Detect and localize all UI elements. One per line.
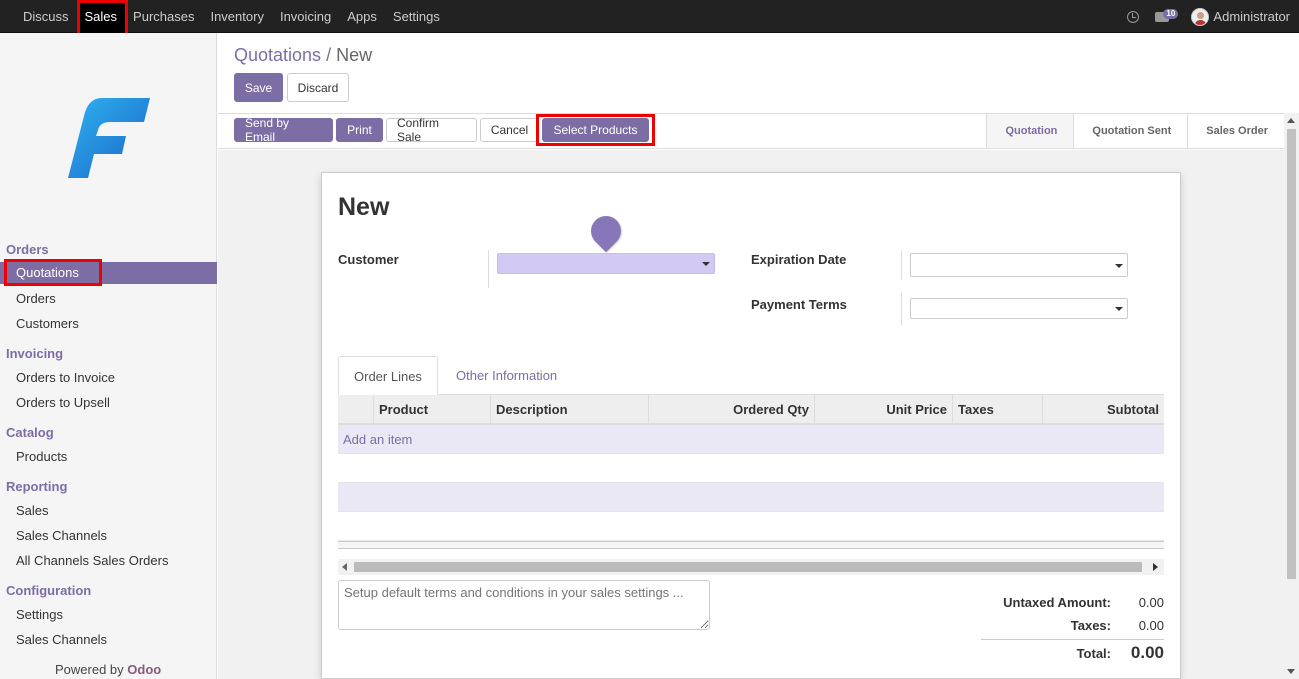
payment-terms-label: Payment Terms [751, 297, 847, 312]
menu-invoicing[interactable]: Invoicing [272, 0, 339, 33]
odoo-link[interactable]: Odoo [127, 662, 161, 677]
activity-clock-icon[interactable] [1127, 10, 1140, 23]
customer-select[interactable] [497, 253, 715, 274]
highlight-box-quotations [4, 259, 102, 286]
total-value: 0.00 [1130, 643, 1164, 662]
menu-settings[interactable]: Settings [385, 0, 448, 33]
stage-sales-order[interactable]: Sales Order [1187, 114, 1284, 148]
sidebar-section-invoicing: Invoicing [6, 346, 64, 361]
untaxed-amount-label: Untaxed Amount: [1003, 595, 1111, 610]
sidebar-item-products[interactable]: Products [16, 449, 67, 464]
table-row [338, 454, 1164, 483]
print-button[interactable]: Print [336, 118, 383, 142]
top-navbar: Discuss Sales Purchases Inventory Invoic… [0, 0, 1299, 33]
add-an-item-link[interactable]: Add an item [343, 432, 412, 447]
scroll-down-icon[interactable] [1287, 669, 1295, 674]
notebook-tabs: Order Lines Other Information [338, 356, 1164, 395]
stage-pipeline: Quotation Quotation Sent Sales Order [986, 114, 1284, 148]
chevron-down-icon [702, 262, 710, 266]
tab-order-lines[interactable]: Order Lines [338, 356, 438, 395]
header-subtotal[interactable]: Subtotal [1042, 395, 1164, 425]
header-handle [338, 395, 373, 425]
sidebar: Orders Quotations Orders Customers Invoi… [0, 33, 217, 679]
table-header: Product Description Ordered Qty Unit Pri… [338, 395, 1164, 425]
chat-badge: 10 [1163, 8, 1179, 19]
order-lines-table: Product Description Ordered Qty Unit Pri… [338, 395, 1164, 541]
highlight-box-sales [77, 0, 128, 37]
table-row [338, 483, 1164, 512]
systray: 10 Administrator [1127, 0, 1290, 33]
sidebar-item-settings[interactable]: Settings [16, 607, 63, 622]
sidebar-item-orders-to-upsell[interactable]: Orders to Upsell [16, 395, 110, 410]
sidebar-section-orders: Orders [6, 242, 49, 257]
header-product[interactable]: Product [373, 395, 490, 425]
total-label: Total: [1076, 646, 1111, 661]
chevron-down-icon [1115, 264, 1123, 268]
customer-label: Customer [338, 252, 399, 267]
vertical-scrollbar[interactable] [1284, 113, 1299, 679]
scrollbar-thumb[interactable] [1287, 129, 1296, 579]
customer-separator [488, 250, 489, 288]
breadcrumb-quotations[interactable]: Quotations [234, 45, 321, 65]
table-footer [338, 541, 1164, 549]
menu-apps[interactable]: Apps [339, 0, 385, 33]
header-taxes[interactable]: Taxes [952, 395, 1042, 425]
user-avatar[interactable] [1191, 7, 1210, 26]
breadcrumb: Quotations / New [234, 45, 372, 66]
sidebar-item-config-sales-channels[interactable]: Sales Channels [16, 632, 107, 647]
confirm-sale-button[interactable]: Confirm Sale [386, 116, 477, 144]
sidebar-section-configuration: Configuration [6, 583, 92, 598]
payment-terms-separator [901, 293, 902, 325]
send-by-email-button[interactable]: Send by Email [234, 116, 333, 144]
chat-icon[interactable]: 10 [1155, 8, 1179, 22]
payment-terms-select[interactable] [910, 298, 1128, 319]
expiration-date-input[interactable] [910, 253, 1128, 277]
header-description[interactable]: Description [490, 395, 648, 425]
discard-button[interactable]: Discard [287, 73, 349, 102]
save-button[interactable]: Save [234, 73, 283, 102]
scrollbar-thumb[interactable] [354, 562, 1142, 572]
menu-purchases[interactable]: Purchases [125, 0, 202, 33]
user-menu[interactable]: Administrator [1213, 9, 1290, 24]
expiration-separator [901, 250, 902, 280]
highlight-box-select-products [536, 114, 655, 146]
menu-discuss[interactable]: Discuss [15, 0, 77, 33]
taxes-label: Taxes: [1070, 618, 1111, 633]
form-title: New [338, 193, 390, 221]
untaxed-amount-value: 0.00 [1138, 595, 1164, 610]
sidebar-item-sales-channels[interactable]: Sales Channels [16, 528, 107, 543]
stage-quotation[interactable]: Quotation [986, 114, 1074, 148]
totals-divider [981, 639, 1164, 640]
table-row [338, 512, 1164, 541]
scroll-up-icon[interactable] [1287, 118, 1295, 123]
sidebar-item-customers[interactable]: Customers [16, 316, 79, 331]
sidebar-section-reporting: Reporting [6, 479, 68, 494]
company-logo [68, 98, 150, 178]
header-ordered-qty[interactable]: Ordered Qty [648, 395, 814, 425]
cancel-button[interactable]: Cancel [480, 118, 539, 142]
header-unit-price[interactable]: Unit Price [814, 395, 952, 425]
sidebar-section-catalog: Catalog [6, 425, 54, 440]
sidebar-item-all-channels-sales-orders[interactable]: All Channels Sales Orders [16, 553, 168, 568]
scroll-left-icon[interactable] [342, 563, 347, 571]
scroll-right-icon[interactable] [1153, 563, 1158, 571]
tab-other-information[interactable]: Other Information [441, 356, 572, 395]
taxes-value: 0.00 [1138, 618, 1164, 633]
expiration-date-label: Expiration Date [751, 252, 847, 267]
sidebar-item-orders-to-invoice[interactable]: Orders to Invoice [16, 370, 115, 385]
breadcrumb-separator: / [326, 45, 332, 65]
breadcrumb-current: New [336, 45, 373, 65]
chevron-down-icon [1115, 307, 1123, 311]
terms-and-conditions-textarea[interactable] [338, 580, 710, 630]
table-row: Add an item [338, 425, 1164, 454]
sidebar-item-orders[interactable]: Orders [16, 291, 56, 306]
horizontal-scrollbar[interactable] [338, 559, 1164, 575]
stage-quotation-sent[interactable]: Quotation Sent [1073, 114, 1187, 148]
sidebar-item-sales[interactable]: Sales [16, 503, 49, 518]
menu-inventory[interactable]: Inventory [202, 0, 271, 33]
powered-by: Powered by Odoo [55, 662, 162, 677]
